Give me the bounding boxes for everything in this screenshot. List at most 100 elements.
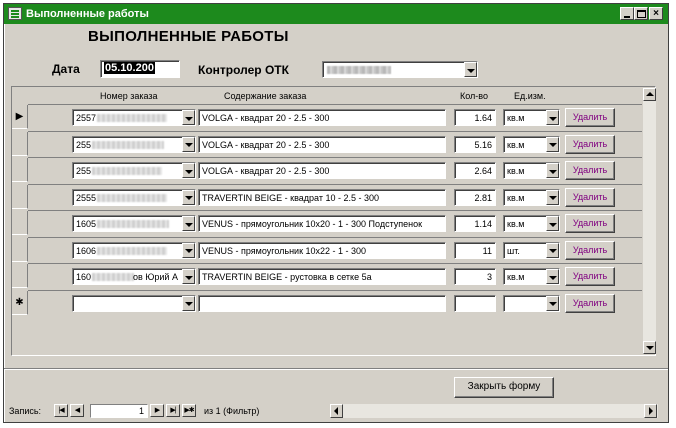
table-row: 255 VOLGA - квадрат 20 - 2.5 - 300 2.64 кв.… bbox=[12, 157, 642, 182]
horizontal-scrollbar[interactable] bbox=[330, 404, 658, 418]
current-record-field[interactable]: 1 bbox=[90, 404, 148, 418]
order-content-field[interactable] bbox=[198, 294, 446, 312]
delete-row-button[interactable]: Удалить bbox=[565, 293, 615, 313]
order-content-field[interactable]: VENUS - прямоугольник 10х22 - 1 - 300 bbox=[198, 241, 446, 259]
last-record-button[interactable]: ▶| bbox=[166, 404, 180, 417]
unit-select[interactable]: кв.м bbox=[503, 109, 560, 126]
order-content-field[interactable]: VOLGA - квадрат 20 - 2.5 - 300 bbox=[198, 162, 446, 179]
maximize-icon bbox=[637, 10, 646, 18]
record-selector[interactable] bbox=[12, 211, 28, 235]
chevron-down-icon[interactable] bbox=[182, 189, 195, 205]
new-record-button[interactable]: ▶✱ bbox=[182, 404, 196, 417]
unit-select[interactable]: кв.м bbox=[503, 268, 560, 285]
record-count: из 1 (Фильтр) bbox=[204, 406, 260, 416]
order-number-combo[interactable]: 255 bbox=[72, 135, 196, 153]
chevron-down-icon[interactable] bbox=[182, 136, 195, 152]
customer-name-redacted bbox=[97, 220, 169, 228]
unit-value: кв.м bbox=[507, 139, 525, 150]
order-number-value: 160 bbox=[76, 272, 92, 282]
chevron-down-icon[interactable] bbox=[182, 242, 195, 258]
first-record-button[interactable]: |◀ bbox=[54, 404, 68, 417]
record-selector[interactable] bbox=[12, 158, 28, 182]
new-record-row: ✱ Удалить bbox=[12, 289, 642, 315]
record-selector[interactable] bbox=[12, 264, 28, 288]
chevron-down-icon[interactable] bbox=[546, 269, 559, 284]
unit-select[interactable]: кв.м bbox=[503, 135, 560, 153]
order-number-combo[interactable]: 160 ов Юрий А bbox=[72, 268, 196, 285]
unit-select[interactable]: шт. bbox=[503, 241, 560, 259]
quantity-field[interactable]: 1.14 bbox=[454, 215, 496, 232]
delete-row-button[interactable]: Удалить bbox=[565, 240, 615, 260]
delete-row-button[interactable]: Удалить bbox=[565, 187, 615, 207]
chevron-down-icon[interactable] bbox=[546, 163, 559, 178]
quantity-field[interactable] bbox=[454, 294, 496, 312]
previous-record-button[interactable]: ◀ bbox=[70, 404, 84, 417]
quantity-field[interactable]: 2.81 bbox=[454, 188, 496, 206]
chevron-down-icon[interactable] bbox=[182, 216, 195, 231]
unit-select[interactable]: кв.м bbox=[503, 162, 560, 179]
close-button[interactable]: × bbox=[649, 7, 663, 20]
order-content-field[interactable]: VENUS - прямоугольник 10х20 - 1 - 300 По… bbox=[198, 215, 446, 232]
order-content-field[interactable]: VOLGA - квадрат 20 - 2.5 - 300 bbox=[198, 135, 446, 153]
chevron-down-icon[interactable] bbox=[546, 295, 559, 311]
quantity-field[interactable]: 5.16 bbox=[454, 135, 496, 153]
quantity-field[interactable]: 2.64 bbox=[454, 162, 496, 179]
scroll-left-icon[interactable] bbox=[330, 404, 343, 418]
chevron-down-icon[interactable] bbox=[546, 136, 559, 152]
unit-value: шт. bbox=[507, 245, 520, 256]
scroll-down-icon[interactable] bbox=[643, 341, 656, 354]
order-number-combo[interactable]: 2557 bbox=[72, 109, 196, 126]
order-number-value: 2555 bbox=[76, 192, 97, 203]
record-selector[interactable]: ▶ bbox=[12, 105, 28, 129]
chevron-down-icon[interactable] bbox=[182, 110, 195, 125]
quantity-field[interactable]: 3 bbox=[454, 268, 496, 285]
close-form-button[interactable]: Закрыть форму bbox=[454, 377, 554, 398]
unit-value: кв.м bbox=[507, 192, 525, 203]
delete-row-button[interactable]: Удалить bbox=[565, 108, 615, 127]
delete-row-button[interactable]: Удалить bbox=[565, 214, 615, 233]
next-record-button[interactable]: ▶ bbox=[150, 404, 164, 417]
minimize-button[interactable] bbox=[620, 7, 634, 20]
chevron-down-icon[interactable] bbox=[546, 216, 559, 231]
delete-row-button[interactable]: Удалить bbox=[565, 267, 615, 286]
unit-value: кв.м bbox=[507, 166, 525, 176]
table-row: 2555 TRAVERTIN BEIGE - квадрат 10 - 2.5 -… bbox=[12, 183, 642, 209]
unit-select[interactable]: кв.м bbox=[503, 188, 560, 206]
unit-select[interactable] bbox=[503, 294, 560, 312]
scroll-up-icon[interactable] bbox=[643, 88, 656, 101]
chevron-down-icon[interactable] bbox=[546, 110, 559, 125]
date-field[interactable]: 05.10.200 bbox=[100, 60, 180, 78]
order-number-combo[interactable] bbox=[72, 294, 196, 312]
controller-select[interactable] bbox=[322, 61, 478, 78]
chevron-down-icon[interactable] bbox=[546, 242, 559, 258]
order-number-combo[interactable]: 1606 bbox=[72, 241, 196, 259]
record-selector[interactable] bbox=[12, 237, 28, 262]
vertical-scrollbar[interactable] bbox=[643, 88, 656, 354]
controller-label: Контролер ОТК bbox=[198, 63, 289, 77]
order-content-field[interactable]: VOLGA - квадрат 20 - 2.5 - 300 bbox=[198, 109, 446, 126]
delete-row-button[interactable]: Удалить bbox=[565, 161, 615, 180]
record-selector[interactable]: ✱ bbox=[12, 290, 28, 315]
quantity-field[interactable]: 11 bbox=[454, 241, 496, 259]
order-number-combo[interactable]: 1605 bbox=[72, 215, 196, 232]
order-number-value: 255 bbox=[76, 166, 92, 176]
chevron-down-icon[interactable] bbox=[546, 189, 559, 205]
quantity-field[interactable]: 1.64 bbox=[454, 109, 496, 126]
order-number-combo[interactable]: 2555 bbox=[72, 188, 196, 206]
order-content-field[interactable]: TRAVERTIN BEIGE - рустовка в сетке 5а bbox=[198, 268, 446, 285]
chevron-down-icon[interactable] bbox=[182, 295, 195, 311]
maximize-button[interactable] bbox=[634, 7, 648, 20]
date-label: Дата bbox=[52, 62, 80, 76]
record-selector[interactable] bbox=[12, 184, 28, 209]
form-heading: ВЫПОЛНЕННЫЕ РАБОТЫ bbox=[88, 28, 289, 45]
scroll-right-icon[interactable] bbox=[644, 404, 657, 418]
order-content-field[interactable]: TRAVERTIN BEIGE - квадрат 10 - 2.5 - 300 bbox=[198, 188, 446, 206]
chevron-down-icon[interactable] bbox=[182, 163, 195, 178]
chevron-down-icon[interactable] bbox=[464, 62, 477, 77]
delete-row-button[interactable]: Удалить bbox=[565, 134, 615, 154]
chevron-down-icon[interactable] bbox=[182, 269, 195, 284]
order-number-combo[interactable]: 255 bbox=[72, 162, 196, 179]
record-selector[interactable] bbox=[12, 131, 28, 156]
unit-select[interactable]: кв.м bbox=[503, 215, 560, 232]
unit-value: кв.м bbox=[507, 272, 525, 282]
